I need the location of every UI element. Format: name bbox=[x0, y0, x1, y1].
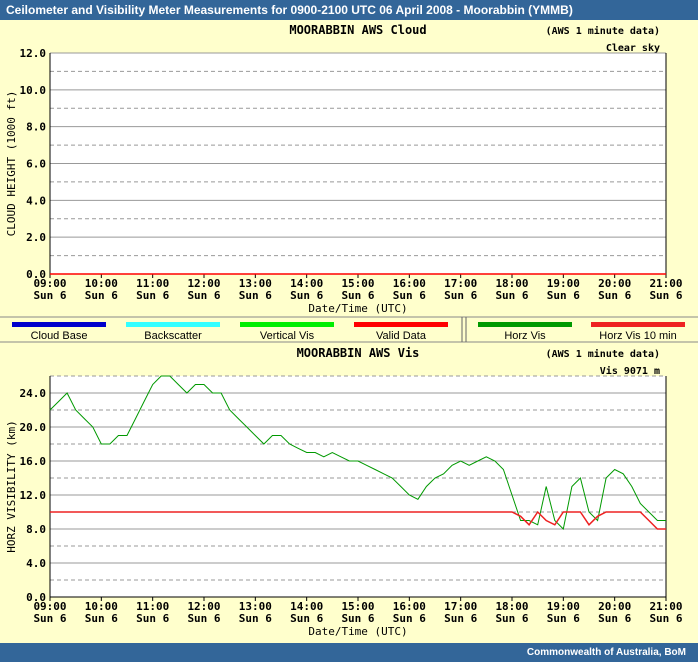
x-tick-day: Sun 6 bbox=[495, 612, 528, 625]
y-axis-label: CLOUD HEIGHT (1000 ft) bbox=[5, 91, 18, 237]
x-tick-day: Sun 6 bbox=[239, 289, 272, 302]
x-tick-day: Sun 6 bbox=[341, 612, 374, 625]
y-tick-label: 6.0 bbox=[26, 158, 46, 171]
y-tick-label: 4.0 bbox=[26, 557, 46, 570]
y-tick-label: 12.0 bbox=[20, 47, 47, 60]
x-tick-day: Sun 6 bbox=[290, 289, 323, 302]
y-tick-label: 10.0 bbox=[20, 84, 47, 97]
chart-status: Clear sky bbox=[606, 43, 660, 54]
y-tick-label: 8.0 bbox=[26, 523, 46, 536]
x-axis-label: Date/Time (UTC) bbox=[308, 625, 407, 638]
cloud-chart: MOORABBIN AWS Cloud (AWS 1 minute data) Cl… bbox=[5, 23, 683, 315]
x-tick-day: Sun 6 bbox=[290, 612, 323, 625]
x-tick-day: Sun 6 bbox=[495, 289, 528, 302]
legend-label: Horz Vis bbox=[504, 330, 546, 342]
legend-swatch bbox=[591, 322, 685, 327]
x-tick-day: Sun 6 bbox=[444, 612, 477, 625]
y-tick-label: 12.0 bbox=[20, 489, 47, 502]
plot-area bbox=[50, 376, 666, 597]
legend-swatch bbox=[478, 322, 572, 327]
x-tick-day: Sun 6 bbox=[547, 612, 580, 625]
legend-label: Vertical Vis bbox=[260, 330, 315, 342]
x-tick-day: Sun 6 bbox=[33, 612, 66, 625]
chart-status: Vis 9071 m bbox=[600, 365, 660, 377]
chart-note: (AWS 1 minute data) bbox=[546, 25, 660, 37]
chart-note: (AWS 1 minute data) bbox=[546, 348, 660, 360]
x-tick-day: Sun 6 bbox=[136, 612, 169, 625]
x-tick-day: Sun 6 bbox=[598, 612, 631, 625]
y-tick-label: 20.0 bbox=[20, 421, 47, 434]
legend-swatch bbox=[126, 322, 220, 327]
x-tick-day: Sun 6 bbox=[598, 289, 631, 302]
x-tick-day: Sun 6 bbox=[547, 289, 580, 302]
legend-label: Backscatter bbox=[144, 330, 202, 342]
legend-label: Cloud Base bbox=[31, 330, 88, 342]
x-tick-day: Sun 6 bbox=[649, 289, 682, 302]
chart-canvas: MOORABBIN AWS Cloud (AWS 1 minute data) Cl… bbox=[0, 23, 698, 638]
footer-credit: Commonwealth of Australia, BoM bbox=[0, 643, 698, 662]
y-tick-label: 24.0 bbox=[20, 387, 47, 400]
legend: Cloud Base Backscatter Vertical Vis Valid D… bbox=[0, 316, 698, 343]
x-tick-day: Sun 6 bbox=[85, 289, 118, 302]
x-tick-day: Sun 6 bbox=[187, 289, 220, 302]
x-tick-day: Sun 6 bbox=[136, 289, 169, 302]
x-tick-day: Sun 6 bbox=[341, 289, 374, 302]
legend-swatch bbox=[240, 322, 334, 327]
x-tick-day: Sun 6 bbox=[444, 289, 477, 302]
y-tick-label: 2.0 bbox=[26, 231, 46, 244]
chart-title: MOORABBIN AWS Cloud bbox=[289, 23, 426, 37]
x-tick-day: Sun 6 bbox=[393, 612, 426, 625]
legend-label: Valid Data bbox=[376, 330, 427, 342]
legend-label: Horz Vis 10 min bbox=[599, 330, 676, 342]
x-tick-day: Sun 6 bbox=[85, 612, 118, 625]
x-tick-day: Sun 6 bbox=[33, 289, 66, 302]
legend-swatch bbox=[12, 322, 106, 327]
x-axis-label: Date/Time (UTC) bbox=[308, 302, 407, 315]
visibility-chart: MOORABBIN AWS Vis (AWS 1 minute data) Vis … bbox=[5, 346, 683, 638]
x-tick-day: Sun 6 bbox=[187, 612, 220, 625]
y-axis-label: HORZ VISIBILITY (km) bbox=[5, 420, 18, 552]
y-tick-label: 4.0 bbox=[26, 194, 46, 207]
x-tick-day: Sun 6 bbox=[649, 612, 682, 625]
chart-title: MOORABBIN AWS Vis bbox=[297, 346, 420, 360]
y-tick-label: 8.0 bbox=[26, 121, 46, 134]
x-tick-day: Sun 6 bbox=[393, 289, 426, 302]
x-tick-day: Sun 6 bbox=[239, 612, 272, 625]
legend-swatch bbox=[354, 322, 448, 327]
y-tick-label: 16.0 bbox=[20, 455, 47, 468]
